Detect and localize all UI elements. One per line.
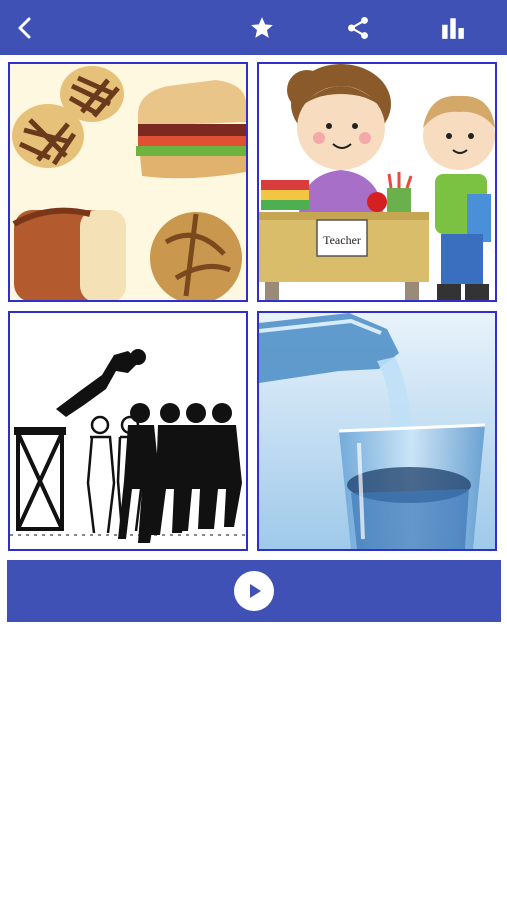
crowd-illustration xyxy=(10,313,246,549)
water-glass-picture[interactable] xyxy=(257,311,497,551)
crowd-silhouette-picture[interactable] xyxy=(8,311,248,551)
teacher-illustration: Teacher xyxy=(259,64,495,300)
bread-foods-picture[interactable] xyxy=(8,62,248,302)
top-app-bar xyxy=(0,0,507,55)
teacher-sign-label: Teacher xyxy=(323,233,361,247)
teacher-student-picture[interactable]: Teacher xyxy=(257,62,497,302)
water-illustration xyxy=(259,313,495,549)
bar-chart-icon xyxy=(442,17,464,39)
play-button[interactable] xyxy=(7,560,501,622)
bread-illustration xyxy=(10,64,246,300)
stats-button[interactable] xyxy=(428,0,478,55)
play-icon xyxy=(250,584,261,598)
back-button[interactable] xyxy=(0,0,50,55)
share-button[interactable] xyxy=(333,0,383,55)
share-icon xyxy=(348,16,368,39)
star-icon xyxy=(251,16,273,38)
chevron-left-icon xyxy=(18,17,31,38)
play-circle xyxy=(234,571,274,611)
favorite-button[interactable] xyxy=(237,0,287,55)
